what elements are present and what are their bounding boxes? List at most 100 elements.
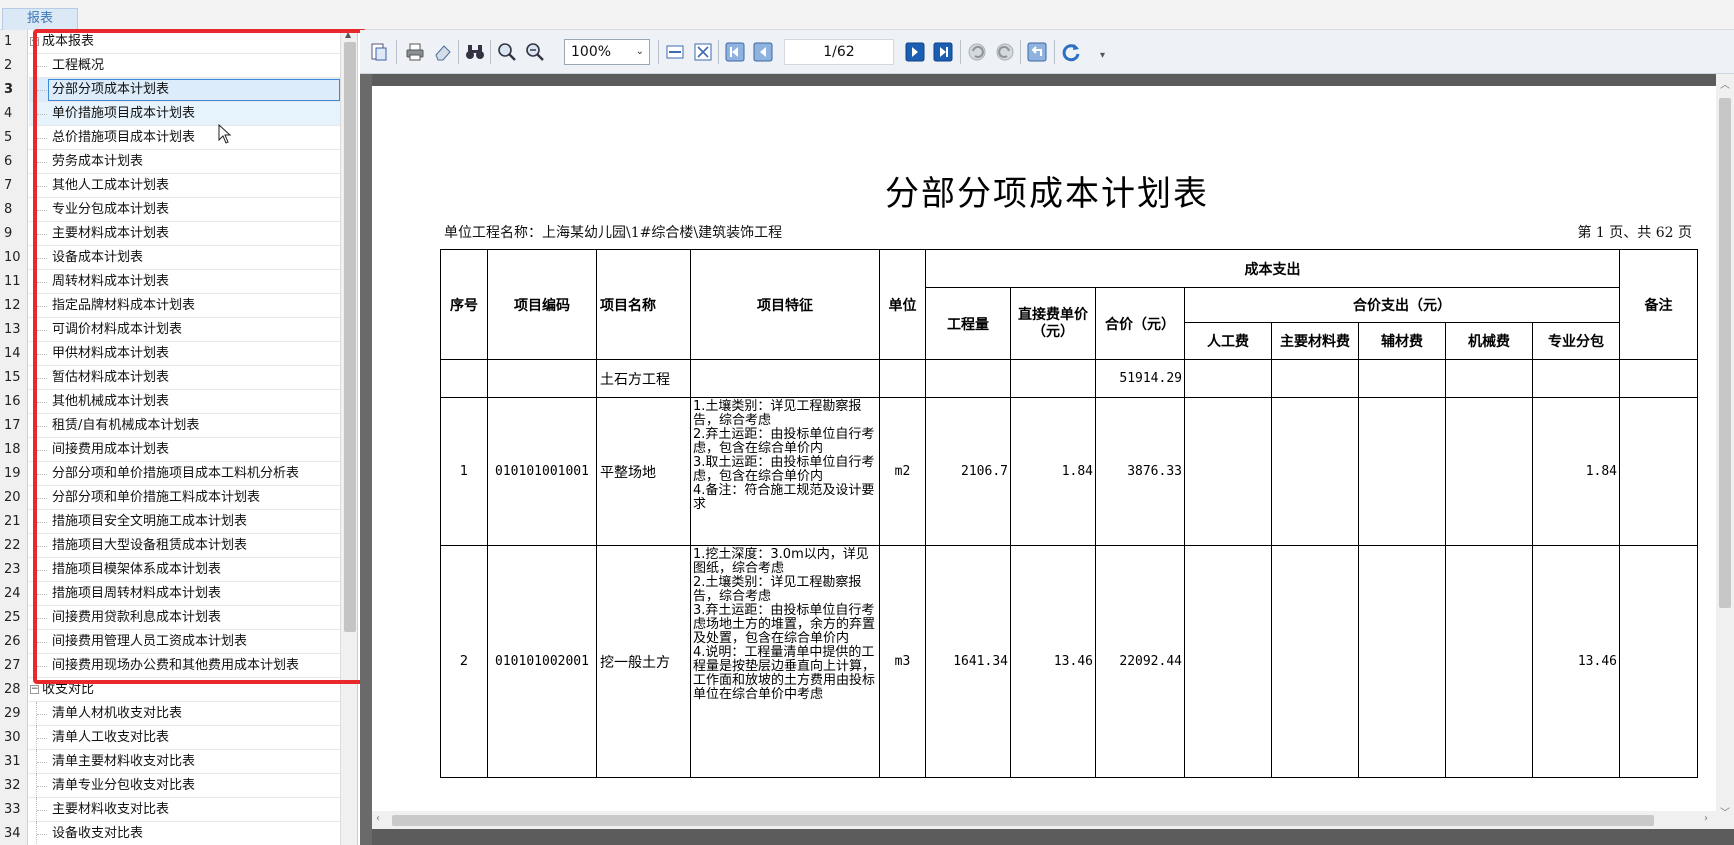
fit-page-icon[interactable] (692, 41, 714, 63)
print-icon[interactable] (404, 41, 426, 63)
tree-row[interactable]: 6 劳务成本计划表 (0, 150, 340, 174)
tree-row[interactable]: 13 可调价材料成本计划表 (0, 318, 340, 342)
tree-group-label: 收支对比 (42, 682, 95, 697)
tree-row[interactable]: 9 主要材料成本计划表 (0, 222, 340, 246)
row-number: 7 (4, 178, 13, 193)
tree-row[interactable]: 5 总价措施项目成本计划表 (0, 126, 340, 150)
tree-row[interactable]: 22 措施项目大型设备租赁成本计划表 (0, 534, 340, 558)
table-row: 1 010101001001 平整场地 1.土壤类别：详见工程勘察报告，综合考虑 2.… (440, 397, 1698, 546)
tree-row[interactable]: 2 工程概况 (0, 54, 340, 78)
tree-row[interactable]: 1 − 成本报表 (0, 30, 340, 54)
tree-row[interactable]: 8 专业分包成本计划表 (0, 198, 340, 222)
row-number: 21 (4, 514, 21, 529)
row-number: 2 (4, 58, 13, 73)
tree-item-label: 专业分包成本计划表 (52, 202, 170, 217)
tree-row[interactable]: 7 其他人工成本计划表 (0, 174, 340, 198)
redo-icon[interactable] (994, 41, 1016, 63)
tree-row[interactable]: 34 设备收支对比表 (0, 822, 340, 845)
export-icon[interactable] (368, 41, 390, 63)
prev-page-icon[interactable] (752, 41, 774, 63)
collapse-icon[interactable]: − (30, 685, 39, 694)
tree-row[interactable]: 11 周转材料成本计划表 (0, 270, 340, 294)
tree-item-label: 可调价材料成本计划表 (52, 322, 183, 337)
viewer-vertical-scrollbar[interactable]: ︿ ﹀ (1716, 74, 1734, 829)
tree-row[interactable]: 25 间接费用贷款利息成本计划表 (0, 606, 340, 630)
zoom-select[interactable]: 100% ⌄ (564, 39, 650, 65)
tree-item-label: 间接费用管理人员工资成本计划表 (52, 634, 248, 649)
tree-row[interactable]: 28− 收支对比 (0, 678, 340, 702)
tree-row[interactable]: 26 间接费用管理人员工资成本计划表 (0, 630, 340, 654)
scroll-left-icon[interactable]: ‹ (376, 813, 380, 824)
tree-item-label: 总价措施项目成本计划表 (52, 130, 196, 145)
return-icon[interactable] (1026, 41, 1048, 63)
zoom-in-icon[interactable] (496, 41, 518, 63)
tree-row[interactable]: 29 清单人材机收支对比表 (0, 702, 340, 726)
row-number: 23 (4, 562, 21, 577)
tree-row[interactable]: 12 指定品牌材料成本计划表 (0, 294, 340, 318)
fit-width-icon[interactable] (664, 41, 686, 63)
first-page-icon[interactable] (724, 41, 746, 63)
header-remark: 备注 (1619, 249, 1698, 360)
tree-row[interactable]: 10 设备成本计划表 (0, 246, 340, 270)
tree-row[interactable]: 32 清单专业分包收支对比表 (0, 774, 340, 798)
tree-row[interactable]: 18 间接费用成本计划表 (0, 438, 340, 462)
mouse-cursor-icon (218, 124, 232, 144)
scroll-up-icon[interactable]: ︿ (1720, 76, 1730, 91)
header-seq: 序号 (440, 249, 488, 360)
col-aux-material (1358, 545, 1446, 778)
next-page-icon[interactable] (904, 41, 926, 63)
collapse-icon[interactable]: − (30, 37, 39, 46)
undo-icon[interactable] (966, 41, 988, 63)
tree-row[interactable]: 17 租赁/自有机械成本计划表 (0, 414, 340, 438)
tree-row[interactable]: 31 清单主要材料收支对比表 (0, 750, 340, 774)
tree-row[interactable]: 23 措施项目模架体系成本计划表 (0, 558, 340, 582)
last-page-icon[interactable] (932, 41, 954, 63)
tree-row[interactable]: 19 分部分项和单价措施项目成本工料机分析表 (0, 462, 340, 486)
tree-scrollbar[interactable]: ▲ (340, 30, 357, 845)
tab-report[interactable]: 报表 (2, 8, 78, 30)
viewer-toolbar: 100% ⌄ 1/62 ▾ (360, 30, 1734, 74)
tree-item-label: 清单人材机收支对比表 (52, 706, 183, 721)
page-number-field[interactable]: 1/62 (784, 39, 894, 65)
zoom-out-icon[interactable] (524, 41, 546, 63)
scroll-down-icon[interactable]: ﹀ (1720, 804, 1730, 819)
tree-connector (37, 354, 47, 355)
viewer-horizontal-scrollbar[interactable]: ‹ › (372, 811, 1716, 829)
tree-connector (37, 546, 47, 547)
eraser-icon[interactable] (432, 41, 454, 63)
tree-connector (37, 666, 47, 667)
tree-connector (37, 114, 47, 115)
tree-row[interactable]: 3 分部分项成本计划表 (0, 78, 340, 102)
tree-row[interactable]: 21 措施项目安全文明施工成本计划表 (0, 510, 340, 534)
viewer-hscroll-thumb[interactable] (392, 815, 1654, 826)
row-number: 19 (4, 466, 21, 481)
tree-row[interactable]: 33 主要材料收支对比表 (0, 798, 340, 822)
tree-connector (37, 810, 47, 811)
tree-row[interactable]: 4 单价措施项目成本计划表 (0, 102, 340, 126)
tree-row[interactable]: 20 分部分项和单价措施工料成本计划表 (0, 486, 340, 510)
col-qty: 2106.7 (925, 397, 1011, 546)
row-number: 28 (4, 682, 21, 697)
tree-item-label: 暂估材料成本计划表 (52, 370, 170, 385)
tree-item-label: 设备收支对比表 (52, 826, 144, 841)
tree-connector (37, 642, 47, 643)
scroll-right-icon[interactable]: › (1704, 813, 1708, 824)
tree-row[interactable]: 27 间接费用现场办公费和其他费用成本计划表 (0, 654, 340, 678)
toolbar-overflow-icon[interactable]: ▾ (1100, 50, 1105, 61)
col-unit (879, 359, 926, 398)
tree-row[interactable]: 14 甲供材料成本计划表 (0, 342, 340, 366)
tree-connector (37, 618, 47, 619)
viewer-vscroll-thumb[interactable] (1719, 98, 1731, 608)
tree-connector (37, 498, 47, 499)
scroll-up-icon[interactable]: ▲ (345, 30, 351, 39)
tree-connector (37, 90, 47, 91)
refresh-icon[interactable] (1060, 41, 1082, 63)
binoculars-icon[interactable] (464, 41, 486, 63)
tree-row[interactable]: 16 其他机械成本计划表 (0, 390, 340, 414)
tree-item-label: 清单人工收支对比表 (52, 730, 170, 745)
tree-item-label: 清单专业分包收支对比表 (52, 778, 196, 793)
tree-row[interactable]: 24 措施项目周转材料成本计划表 (0, 582, 340, 606)
tree-row[interactable]: 30 清单人工收支对比表 (0, 726, 340, 750)
tree-row[interactable]: 15 暂估材料成本计划表 (0, 366, 340, 390)
tree-scroll-thumb[interactable] (344, 42, 356, 632)
